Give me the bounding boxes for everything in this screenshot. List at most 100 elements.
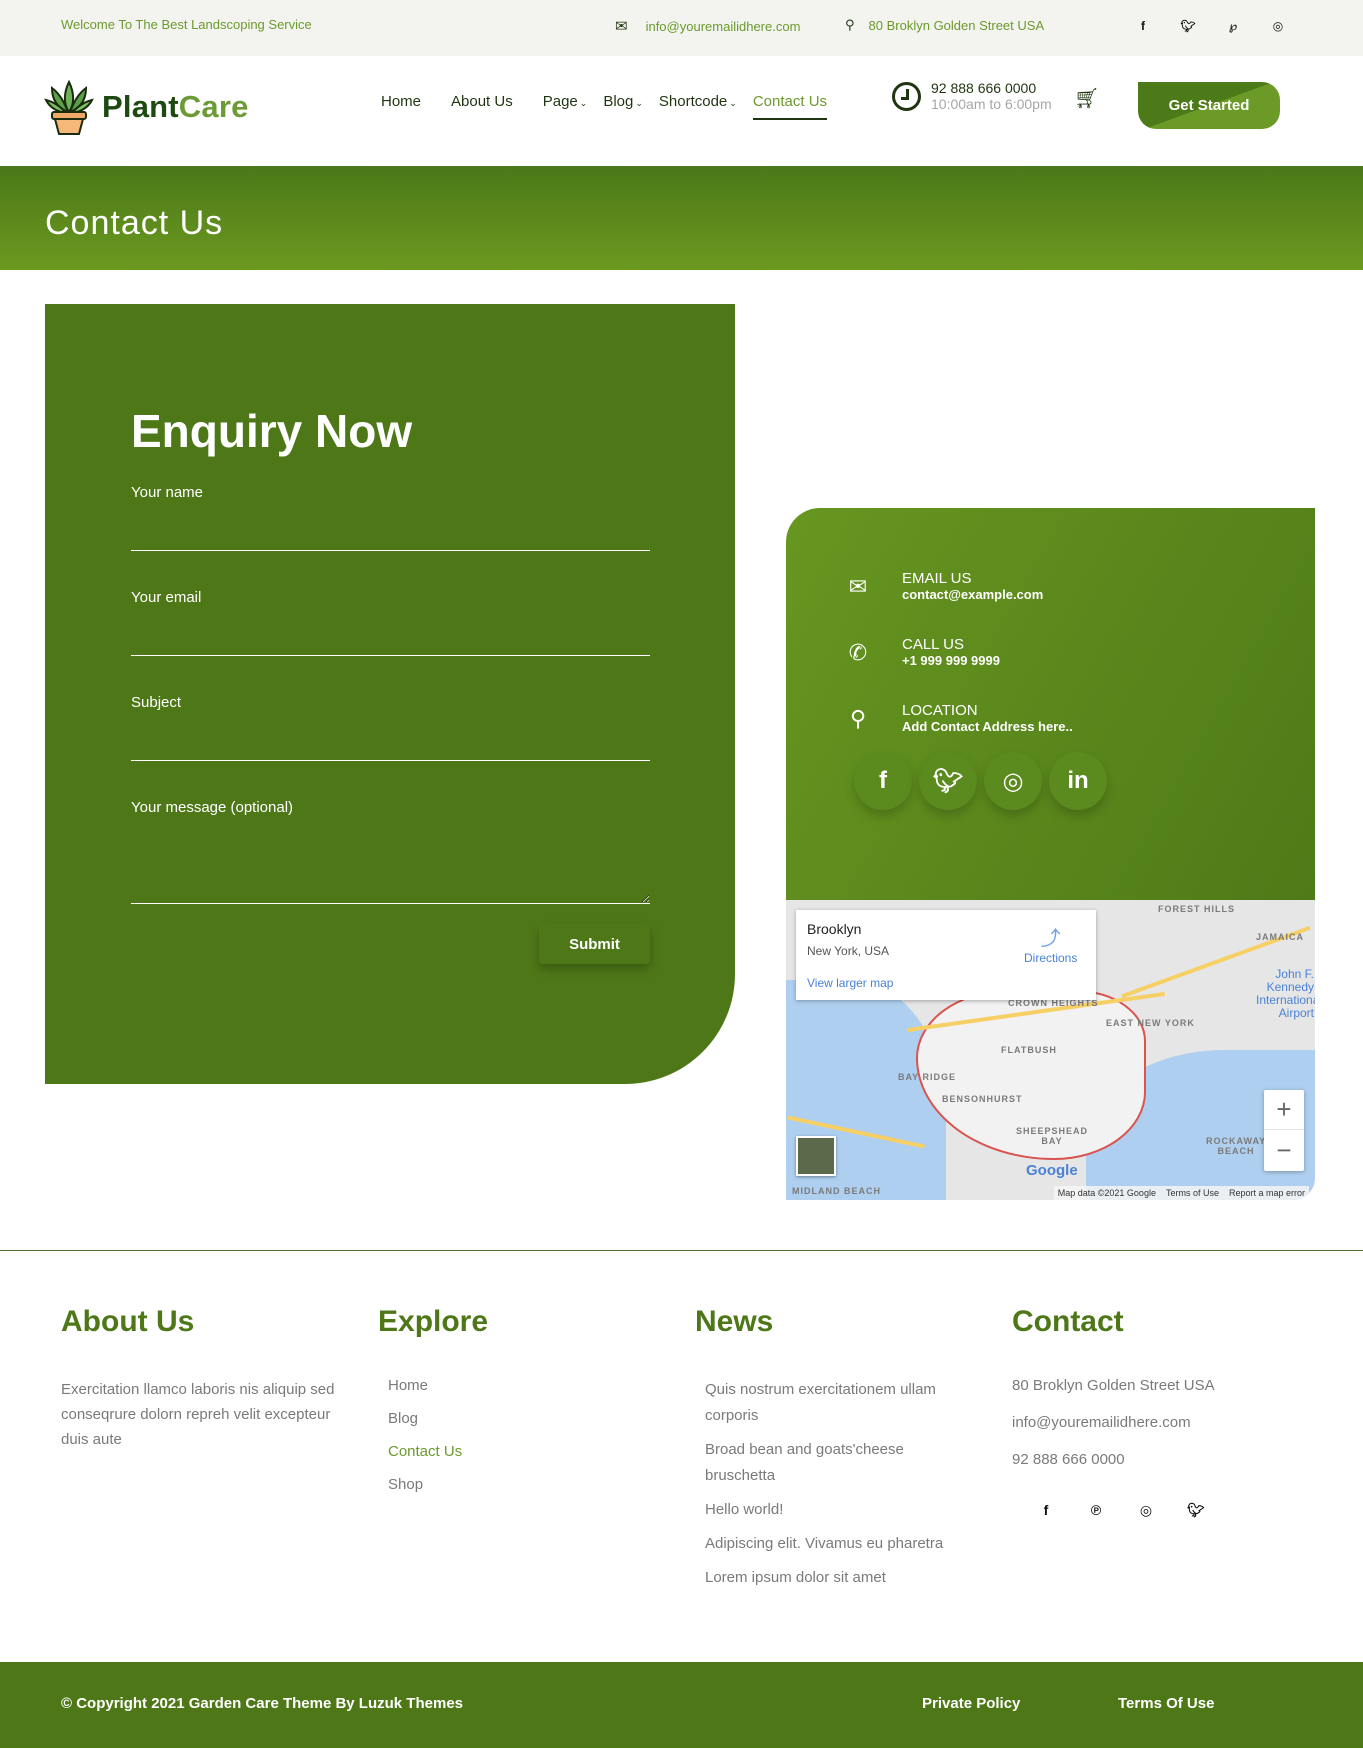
map-label: ROCKAWAY BEACH bbox=[1206, 1136, 1267, 1156]
name-field-group: Your name bbox=[131, 484, 650, 551]
news-item[interactable]: Hello world! bbox=[695, 1497, 965, 1523]
instagram-icon[interactable]: ◎ bbox=[1136, 1502, 1156, 1519]
clock-icon bbox=[892, 81, 921, 111]
footer-link-home[interactable]: Home bbox=[388, 1377, 488, 1394]
copyright-text: © Copyright 2021 Garden Care Theme By Lu… bbox=[61, 1695, 463, 1712]
footer-news: News Quis nostrum exercitationem ullam c… bbox=[695, 1305, 965, 1599]
linkedin-icon[interactable]: in bbox=[1049, 752, 1107, 810]
map-attribution: Map data ©2021 Google Terms of Use Repor… bbox=[1053, 1186, 1309, 1200]
subject-field-group: Subject bbox=[131, 694, 650, 761]
map-report-link[interactable]: Report a map error bbox=[1229, 1188, 1305, 1198]
chevron-down-icon: ⌄ bbox=[579, 98, 588, 108]
map-zoom-controls: + − bbox=[1264, 1090, 1304, 1171]
topbar-email-text[interactable]: info@youremailidhere.com bbox=[646, 19, 801, 34]
location-pin-icon: ⚲ bbox=[845, 17, 855, 32]
instagram-icon[interactable]: ◎ bbox=[1268, 19, 1288, 33]
business-hours: 92 888 666 0000 10:00am to 6:00pm bbox=[892, 80, 1052, 112]
map-label: FOREST HILLS bbox=[1158, 904, 1235, 914]
page-banner: Contact Us bbox=[0, 166, 1363, 270]
facebook-icon[interactable]: f bbox=[1133, 19, 1153, 33]
name-input[interactable] bbox=[131, 519, 650, 551]
map-data-text: Map data ©2021 Google bbox=[1057, 1188, 1156, 1198]
map-label: BENSONHURST bbox=[942, 1094, 1023, 1104]
google-map[interactable]: FOREST HILLS JAMAICA CROWN HEIGHTS EAST … bbox=[786, 900, 1315, 1200]
map-label: JAMAICA bbox=[1256, 932, 1305, 942]
view-larger-map-link[interactable]: View larger map bbox=[807, 976, 893, 990]
message-field-group: Your message (optional) bbox=[131, 799, 650, 909]
footer-email[interactable]: info@youremailidhere.com bbox=[1012, 1414, 1215, 1431]
footer-contact-title: Contact bbox=[1012, 1305, 1124, 1338]
get-started-button[interactable]: Get Started bbox=[1138, 82, 1280, 129]
footer-explore: Explore Home Blog Contact Us Shop bbox=[378, 1305, 488, 1509]
subject-input[interactable] bbox=[131, 729, 650, 761]
twitter-icon[interactable]: 🐦︎ bbox=[1186, 1502, 1206, 1519]
email-input[interactable] bbox=[131, 624, 650, 656]
nav-shortcode[interactable]: Shortcode ⌄ bbox=[659, 93, 737, 120]
footer-explore-title: Explore bbox=[378, 1305, 489, 1338]
map-label: MIDLAND BEACH bbox=[792, 1186, 881, 1196]
info-email-value[interactable]: contact@example.com bbox=[902, 587, 1043, 602]
nav-page[interactable]: Page ⌄ bbox=[543, 93, 588, 120]
topbar-address-text: 80 Broklyn Golden Street USA bbox=[868, 17, 1045, 33]
footer-contact: Contact 80 Broklyn Golden Street USA inf… bbox=[1012, 1305, 1215, 1519]
info-email: ✉ EMAIL US contact@example.com bbox=[844, 570, 1044, 602]
logo-text: PlantCare bbox=[102, 89, 249, 124]
news-item[interactable]: Broad bean and goats'cheese bruschetta bbox=[695, 1437, 965, 1489]
google-logo: Google bbox=[1026, 1162, 1078, 1179]
message-textarea[interactable] bbox=[131, 834, 650, 904]
chevron-down-icon: ⌄ bbox=[635, 98, 643, 108]
instagram-icon[interactable]: ◎ bbox=[984, 752, 1042, 810]
news-item[interactable]: Quis nostrum exercitationem ullam corpor… bbox=[695, 1377, 965, 1429]
facebook-icon[interactable]: f bbox=[1036, 1502, 1056, 1519]
terms-of-use-link[interactable]: Terms Of Use bbox=[1118, 1695, 1214, 1712]
privacy-policy-link[interactable]: Private Policy bbox=[922, 1695, 1020, 1712]
info-location-value: Add Contact Address here.. bbox=[902, 719, 1073, 734]
topbar-address: ⚲ 80 Broklyn Golden Street USA bbox=[845, 17, 1044, 33]
footer-link-contact-us[interactable]: Contact Us bbox=[388, 1443, 488, 1460]
info-call: ✆ CALL US +1 999 999 9999 bbox=[844, 636, 1000, 668]
twitter-icon[interactable]: 🐦︎ bbox=[919, 752, 977, 810]
header-hours: 10:00am to 6:00pm bbox=[931, 96, 1052, 112]
name-label: Your name bbox=[131, 484, 203, 501]
map-terms-link[interactable]: Terms of Use bbox=[1166, 1188, 1219, 1198]
footer-link-shop[interactable]: Shop bbox=[388, 1476, 488, 1493]
info-location-title: LOCATION bbox=[902, 702, 978, 719]
footer-link-blog[interactable]: Blog bbox=[388, 1410, 488, 1427]
info-call-value[interactable]: +1 999 999 9999 bbox=[902, 653, 1000, 668]
map-place-subtitle: New York, USA bbox=[807, 944, 890, 958]
pinterest-icon[interactable]: ℘ bbox=[1223, 19, 1243, 33]
chevron-down-icon: ⌄ bbox=[729, 98, 737, 108]
map-label: FLATBUSH bbox=[1001, 1045, 1057, 1055]
map-place-name: Brooklyn bbox=[807, 921, 862, 937]
zoom-out-button[interactable]: − bbox=[1264, 1130, 1304, 1170]
topbar-socials: f 🐦︎ ℘ ◎ bbox=[1133, 19, 1288, 33]
info-email-title: EMAIL US bbox=[902, 570, 972, 587]
footer-socials: f ℗ ◎ 🐦︎ bbox=[1012, 1502, 1215, 1519]
map-info-popup: Brooklyn New York, USA ⤴ Directions View … bbox=[796, 910, 1096, 1000]
facebook-icon[interactable]: f bbox=[854, 752, 912, 810]
nav-contact-us[interactable]: Contact Us bbox=[752, 93, 828, 120]
message-label: Your message (optional) bbox=[131, 799, 294, 816]
email-field-group: Your email bbox=[131, 589, 650, 656]
satellite-toggle[interactable] bbox=[796, 1136, 836, 1176]
nav-blog[interactable]: Blog ⌄ bbox=[603, 93, 643, 120]
footer-address: 80 Broklyn Golden Street USA bbox=[1012, 1377, 1215, 1394]
news-item[interactable]: Adipiscing elit. Vivamus eu pharetra bbox=[695, 1531, 965, 1557]
enquiry-form: Enquiry Now Your name Your email Subject… bbox=[45, 304, 735, 1084]
cart-icon[interactable]: 🛒︎ bbox=[1074, 86, 1099, 111]
header: PlantCare Home About Us Page ⌄ Blog ⌄ Shor… bbox=[0, 56, 1363, 166]
directions-link[interactable]: ⤴ Directions bbox=[1024, 922, 1077, 965]
footer-about-title: About Us bbox=[61, 1305, 195, 1338]
location-pin-icon: ⚲ bbox=[849, 706, 867, 731]
plant-pot-icon bbox=[44, 79, 94, 135]
twitter-icon[interactable]: 🐦︎ bbox=[1178, 19, 1198, 33]
zoom-in-button[interactable]: + bbox=[1264, 1090, 1304, 1130]
logo[interactable]: PlantCare bbox=[44, 78, 249, 136]
contact-info-card: ✉ EMAIL US contact@example.com ✆ CALL US… bbox=[786, 508, 1315, 900]
pinterest-icon[interactable]: ℗ bbox=[1086, 1502, 1106, 1519]
nav-about-us[interactable]: About Us bbox=[451, 93, 513, 120]
submit-button[interactable]: Submit bbox=[539, 924, 650, 964]
phone-icon: ✆ bbox=[848, 640, 868, 665]
nav-home[interactable]: Home bbox=[381, 93, 421, 120]
news-item[interactable]: Lorem ipsum dolor sit amet bbox=[695, 1565, 965, 1591]
